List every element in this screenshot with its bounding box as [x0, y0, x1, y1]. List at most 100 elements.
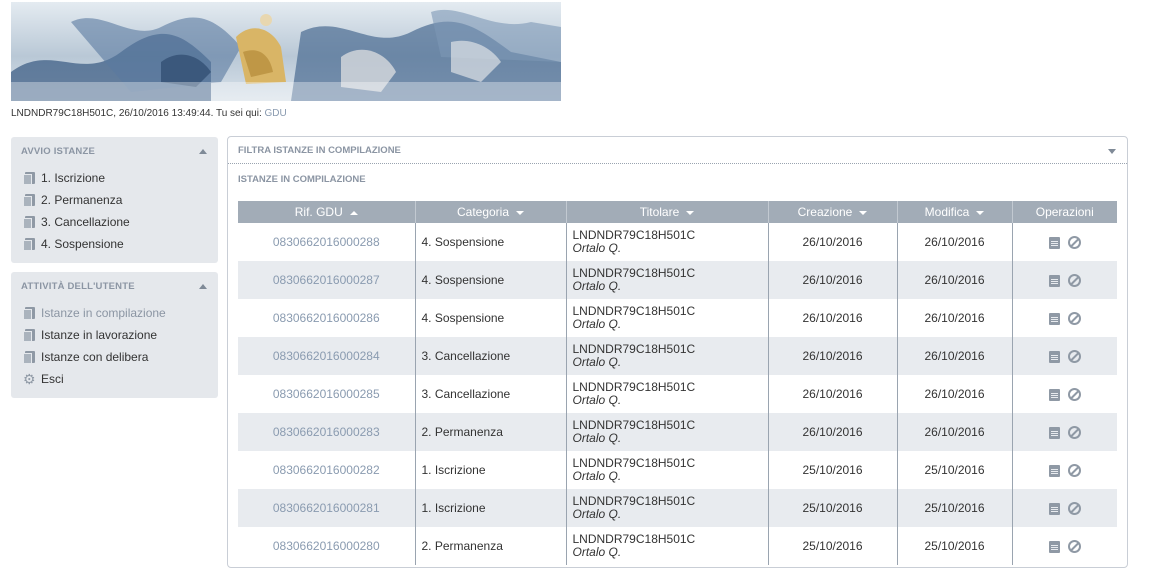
created-cell: 25/10/2016: [767, 527, 897, 565]
document-icon: [23, 350, 35, 364]
sidebar-item-label: Istanze in compilazione: [41, 306, 166, 320]
column-header-rif-gdu[interactable]: Rif. GDU: [238, 201, 415, 223]
operations-cell: [1011, 451, 1117, 489]
category-cell: 4. Sospensione: [414, 223, 566, 261]
document-icon: [23, 171, 35, 185]
breadcrumb-gdu-link[interactable]: GDU: [265, 108, 287, 119]
column-header-titolare[interactable]: Titolare: [565, 201, 768, 223]
created-cell: 26/10/2016: [767, 223, 897, 261]
table-row: 0830662016000283 2. Permanenza LNDNDR79C…: [238, 413, 1117, 451]
cancel-icon[interactable]: [1067, 312, 1081, 326]
modified-cell: 26/10/2016: [896, 299, 1012, 337]
sidebar-attivita-utente-panel: ATTIVITÀ DELL'UTENTE Istanze in compilaz…: [11, 272, 218, 398]
document-icon: [23, 215, 35, 229]
collapse-caret-icon[interactable]: [199, 284, 207, 289]
collapse-caret-icon[interactable]: [199, 149, 207, 154]
holder-name: Ortalo Q.: [572, 507, 622, 521]
ref-link[interactable]: 0830662016000285: [238, 375, 415, 413]
table-row: 0830662016000286 4. Sospensione LNDNDR79…: [238, 299, 1117, 337]
view-document-icon[interactable]: [1048, 540, 1060, 553]
filter-bar[interactable]: FILTRA ISTANZE IN COMPILAZIONE: [228, 137, 1127, 164]
expand-caret-icon[interactable]: [1108, 149, 1116, 154]
sort-descending-icon[interactable]: [686, 210, 695, 215]
sort-descending-icon[interactable]: [976, 210, 985, 215]
sidebar-item-istanze-in-lavorazione[interactable]: Istanze in lavorazione: [23, 324, 218, 346]
view-document-icon[interactable]: [1048, 388, 1060, 401]
category-cell: 3. Cancellazione: [414, 375, 566, 413]
operations-cell: [1011, 299, 1117, 337]
sidebar-item-esci[interactable]: ⚙ Esci: [23, 368, 218, 390]
sidebar-item-label: 3. Cancellazione: [41, 215, 130, 229]
column-label: Titolare: [639, 205, 680, 219]
view-document-icon[interactable]: [1048, 464, 1060, 477]
sidebar-item-iscrizione[interactable]: 1. Iscrizione: [23, 167, 218, 189]
holder-name: Ortalo Q.: [572, 393, 622, 407]
operations-cell: [1011, 413, 1117, 451]
cancel-icon[interactable]: [1067, 502, 1081, 516]
ref-link[interactable]: 0830662016000288: [238, 223, 415, 261]
sort-descending-icon[interactable]: [516, 210, 525, 215]
holder-name: Ortalo Q.: [572, 279, 622, 293]
ref-link[interactable]: 0830662016000280: [238, 527, 415, 565]
ref-link[interactable]: 0830662016000281: [238, 489, 415, 527]
holder-cell: LNDNDR79C18H501C Ortalo Q.: [565, 451, 768, 489]
modified-cell: 26/10/2016: [896, 261, 1012, 299]
ref-link[interactable]: 0830662016000286: [238, 299, 415, 337]
sidebar-item-cancellazione[interactable]: 3. Cancellazione: [23, 211, 218, 233]
view-document-icon[interactable]: [1048, 274, 1060, 287]
created-cell: 26/10/2016: [767, 413, 897, 451]
section-title: ISTANZE IN COMPILAZIONE: [238, 174, 366, 185]
session-status-line: LNDNDR79C18H501C, 26/10/2016 13:49:44. T…: [11, 108, 287, 119]
sidebar-item-permanenza[interactable]: 2. Permanenza: [23, 189, 218, 211]
modified-cell: 26/10/2016: [896, 375, 1012, 413]
ref-link[interactable]: 0830662016000284: [238, 337, 415, 375]
view-document-icon[interactable]: [1048, 426, 1060, 439]
sort-descending-icon[interactable]: [859, 210, 868, 215]
column-header-categoria[interactable]: Categoria: [414, 201, 566, 223]
cancel-icon[interactable]: [1067, 350, 1081, 364]
column-header-creazione[interactable]: Creazione: [767, 201, 897, 223]
table-row: 0830662016000285 3. Cancellazione LNDNDR…: [238, 375, 1117, 413]
created-cell: 26/10/2016: [767, 337, 897, 375]
holder-name: Ortalo Q.: [572, 469, 622, 483]
category-cell: 2. Permanenza: [414, 413, 566, 451]
view-document-icon[interactable]: [1048, 236, 1060, 249]
modified-cell: 26/10/2016: [896, 223, 1012, 261]
holder-code: LNDNDR79C18H501C: [572, 342, 696, 356]
operations-cell: [1011, 223, 1117, 261]
cancel-icon[interactable]: [1067, 540, 1081, 554]
sidebar-item-istanze-con-delibera[interactable]: Istanze con delibera: [23, 346, 218, 368]
view-document-icon[interactable]: [1048, 312, 1060, 325]
user-session-info: LNDNDR79C18H501C, 26/10/2016 13:49:44.: [11, 108, 214, 119]
holder-code: LNDNDR79C18H501C: [572, 532, 696, 546]
cancel-icon[interactable]: [1067, 426, 1081, 440]
modified-cell: 25/10/2016: [896, 451, 1012, 489]
operations-cell: [1011, 489, 1117, 527]
column-label: Creazione: [797, 205, 853, 219]
cancel-icon[interactable]: [1067, 464, 1081, 478]
cancel-icon[interactable]: [1067, 236, 1081, 250]
table-row: 0830662016000282 1. Iscrizione LNDNDR79C…: [238, 451, 1117, 489]
column-header-modifica[interactable]: Modifica: [896, 201, 1012, 223]
column-header-operazioni: Operazioni: [1011, 201, 1117, 223]
ref-link[interactable]: 0830662016000283: [238, 413, 415, 451]
instances-table: Rif. GDU Categoria Titolare Creazione Mo…: [238, 201, 1117, 565]
view-document-icon[interactable]: [1048, 502, 1060, 515]
column-label: Modifica: [924, 205, 970, 219]
ref-link[interactable]: 0830662016000282: [238, 451, 415, 489]
sidebar-item-sospensione[interactable]: 4. Sospensione: [23, 233, 218, 255]
sort-ascending-icon[interactable]: [349, 210, 358, 215]
view-document-icon[interactable]: [1048, 350, 1060, 363]
cancel-icon[interactable]: [1067, 388, 1081, 402]
sidebar-item-istanze-in-compilazione[interactable]: Istanze in compilazione: [23, 302, 218, 324]
sidebar-avvio-header[interactable]: AVVIO ISTANZE: [11, 137, 218, 167]
created-cell: 26/10/2016: [767, 299, 897, 337]
holder-code: LNDNDR79C18H501C: [572, 304, 696, 318]
sidebar-item-label: Esci: [41, 372, 64, 386]
holder-code: LNDNDR79C18H501C: [572, 380, 696, 394]
cancel-icon[interactable]: [1067, 274, 1081, 288]
holder-code: LNDNDR79C18H501C: [572, 456, 696, 470]
ref-link[interactable]: 0830662016000287: [238, 261, 415, 299]
sidebar-attivita-header[interactable]: ATTIVITÀ DELL'UTENTE: [11, 272, 218, 302]
holder-cell: LNDNDR79C18H501C Ortalo Q.: [565, 299, 768, 337]
